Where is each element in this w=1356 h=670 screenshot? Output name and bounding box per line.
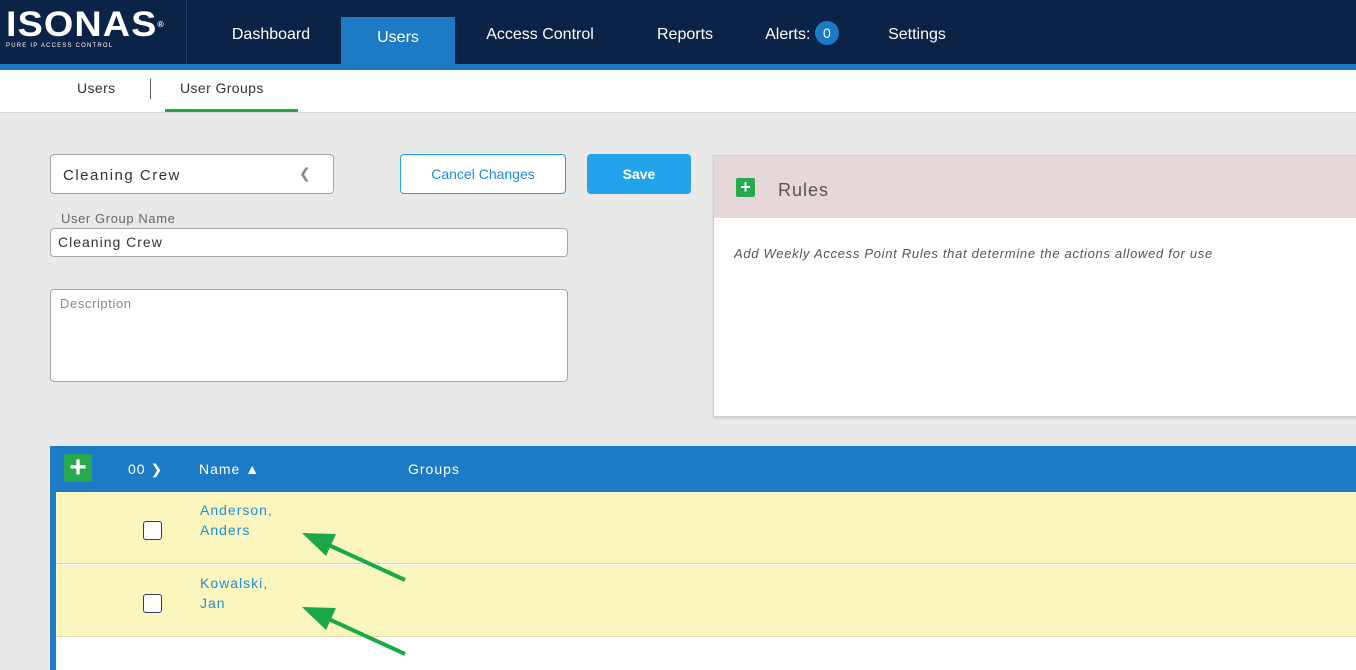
annotation-arrow-icon [302, 607, 406, 656]
annotation-arrow-icon [302, 533, 406, 582]
annotation-arrows [302, 533, 406, 656]
